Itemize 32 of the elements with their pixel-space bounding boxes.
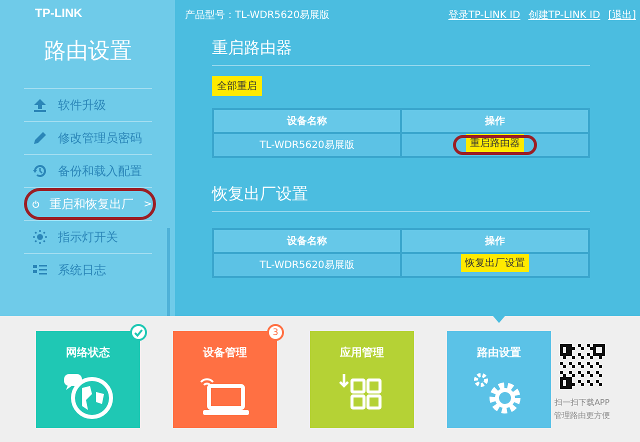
pencil-icon (32, 130, 48, 146)
sidebar-item[interactable]: 备份和载入配置 (24, 154, 152, 187)
column-header: 操作 (401, 229, 589, 253)
check-icon (134, 328, 143, 336)
restart-all-button[interactable]: 全部重启 (212, 76, 262, 96)
sidebar-item[interactable]: 修改管理员密码 (24, 121, 152, 154)
upload-icon (32, 97, 48, 113)
sidebar-item[interactable]: 系统日志 (24, 253, 152, 286)
header-link[interactable]: [退出] (608, 8, 636, 22)
history-icon (32, 163, 48, 179)
column-header: 操作 (401, 109, 589, 133)
nav-tile[interactable]: 路由设置 (447, 316, 551, 428)
qr-caption: 扫一扫下载APP (554, 397, 610, 408)
section-title: 重启路由器 (212, 38, 590, 66)
header-link[interactable]: 登录TP-LINK ID (448, 8, 520, 22)
section-title: 恢复出厂设置 (212, 184, 590, 212)
action-button[interactable]: 恢复出厂设置 (461, 254, 529, 272)
column-header: 设备名称 (213, 109, 401, 133)
header-link[interactable]: 创建TP-LINK ID (528, 8, 600, 22)
qr-code-icon (560, 344, 604, 389)
count-badge: 3 (267, 324, 284, 341)
table-cell: TL-WDR5620易展版 (213, 133, 401, 157)
column-header: 设备名称 (213, 229, 401, 253)
logo: TP-LINK (35, 6, 84, 20)
sun-icon (32, 229, 48, 245)
sidebar-item[interactable]: 重启和恢复出厂 > (24, 187, 152, 220)
sidebar-item[interactable]: 软件升级 (24, 88, 152, 121)
table-cell: TL-WDR5620易展版 (213, 253, 401, 277)
product-model: 产品型号：TL-WDR5620易展版 (185, 8, 331, 22)
qr-caption: 管理路由更方便 (554, 410, 610, 421)
sidebar-title: 路由设置 (44, 38, 133, 66)
sidebar-item[interactable]: 指示灯开关 (24, 220, 152, 253)
